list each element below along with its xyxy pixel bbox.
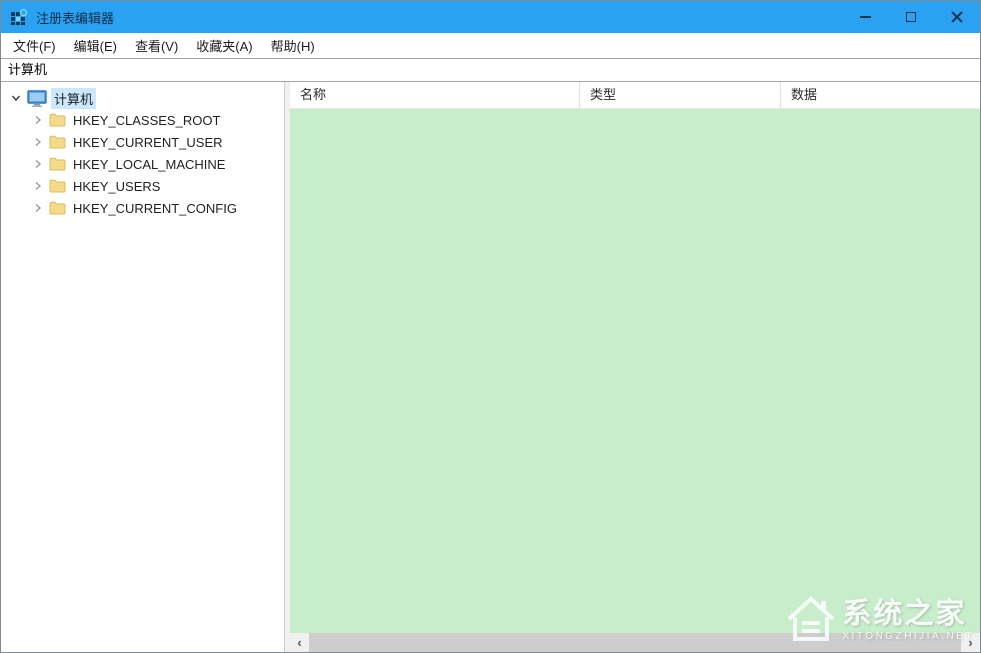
chevron-right-icon[interactable] bbox=[30, 156, 46, 172]
scrollbar-thumb[interactable] bbox=[309, 633, 961, 652]
minimize-button[interactable] bbox=[842, 1, 888, 33]
folder-icon bbox=[49, 157, 66, 171]
column-header-type[interactable]: 类型 bbox=[580, 82, 781, 108]
scroll-right-icon[interactable]: › bbox=[961, 633, 980, 652]
tree-node-hkey-local-machine[interactable]: HKEY_LOCAL_MACHINE bbox=[1, 153, 284, 175]
tree-label[interactable]: HKEY_CURRENT_USER bbox=[70, 134, 226, 151]
tree-label[interactable]: HKEY_LOCAL_MACHINE bbox=[70, 156, 228, 173]
maximize-icon bbox=[906, 12, 916, 22]
chevron-right-icon[interactable] bbox=[30, 112, 46, 128]
column-header-name[interactable]: 名称 bbox=[290, 82, 580, 108]
chevron-right-icon[interactable] bbox=[30, 134, 46, 150]
regedit-window: 注册表编辑器 文件(F) 编辑(E) 查看(V) 收藏夹(A) 帮助(H) 计算… bbox=[0, 0, 981, 653]
menu-item-file[interactable]: 文件(F) bbox=[4, 33, 65, 58]
computer-icon bbox=[27, 90, 47, 107]
folder-icon bbox=[49, 201, 66, 215]
folder-icon bbox=[49, 179, 66, 193]
minimize-icon bbox=[860, 16, 871, 18]
titlebar[interactable]: 注册表编辑器 bbox=[1, 1, 980, 33]
values-list-area[interactable] bbox=[290, 109, 980, 633]
menu-item-help[interactable]: 帮助(H) bbox=[262, 33, 324, 58]
tree-node-hkey-current-user[interactable]: HKEY_CURRENT_USER bbox=[1, 131, 284, 153]
tree-label-computer[interactable]: 计算机 bbox=[51, 88, 96, 109]
chevron-right-icon[interactable] bbox=[30, 200, 46, 216]
chevron-down-icon[interactable] bbox=[8, 90, 24, 106]
tree-node-hkey-classes-root[interactable]: HKEY_CLASSES_ROOT bbox=[1, 109, 284, 131]
registry-app-icon bbox=[10, 8, 28, 26]
window-controls bbox=[842, 1, 980, 33]
registry-tree-panel[interactable]: 计算机 HKEY_CLASSES_ROOT HKEY_CURRENT_USE bbox=[1, 82, 285, 652]
menu-bar: 文件(F) 编辑(E) 查看(V) 收藏夹(A) 帮助(H) bbox=[1, 33, 980, 58]
tree-node-hkey-current-config[interactable]: HKEY_CURRENT_CONFIG bbox=[1, 197, 284, 219]
window-title: 注册表编辑器 bbox=[36, 8, 114, 27]
tree-node-computer[interactable]: 计算机 bbox=[1, 87, 284, 109]
folder-icon bbox=[49, 135, 66, 149]
menu-item-view[interactable]: 查看(V) bbox=[126, 33, 187, 58]
menu-item-favorites[interactable]: 收藏夹(A) bbox=[187, 33, 261, 58]
tree-label[interactable]: HKEY_CURRENT_CONFIG bbox=[70, 200, 240, 217]
column-header-data[interactable]: 数据 bbox=[781, 82, 980, 108]
tree-node-hkey-users[interactable]: HKEY_USERS bbox=[1, 175, 284, 197]
main-area: 计算机 HKEY_CLASSES_ROOT HKEY_CURRENT_USE bbox=[1, 82, 980, 652]
horizontal-scrollbar[interactable]: ‹ › bbox=[290, 633, 980, 652]
maximize-button[interactable] bbox=[888, 1, 934, 33]
chevron-right-icon[interactable] bbox=[30, 178, 46, 194]
close-button[interactable] bbox=[934, 1, 980, 33]
menu-item-edit[interactable]: 编辑(E) bbox=[65, 33, 126, 58]
close-icon bbox=[951, 11, 963, 23]
values-panel: 名称 类型 数据 ‹ › bbox=[290, 82, 980, 652]
tree-label[interactable]: HKEY_USERS bbox=[70, 178, 163, 195]
list-header: 名称 类型 数据 bbox=[290, 82, 980, 109]
address-bar[interactable]: 计算机 bbox=[1, 58, 980, 82]
folder-icon bbox=[49, 113, 66, 127]
tree-label[interactable]: HKEY_CLASSES_ROOT bbox=[70, 112, 223, 129]
scroll-left-icon[interactable]: ‹ bbox=[290, 633, 309, 652]
